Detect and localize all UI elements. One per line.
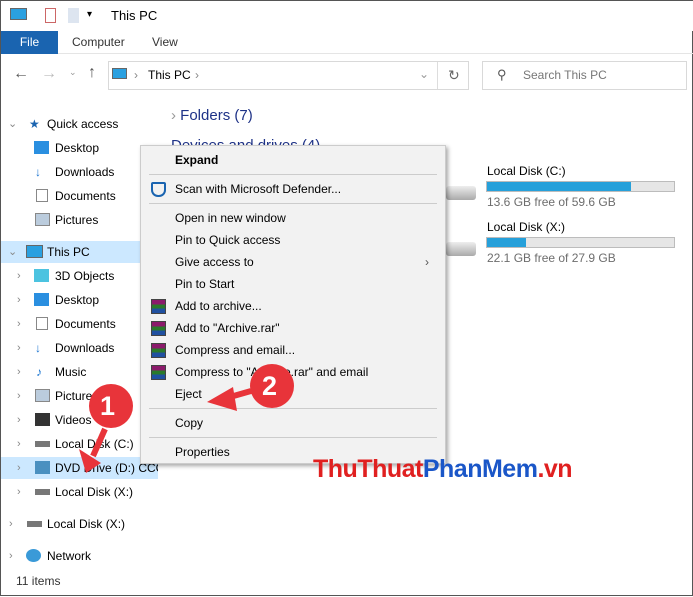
annotation-overlay	[79, 364, 294, 473]
annotation-number-2: 2	[262, 371, 278, 401]
watermark: ThuThuatPhanMem.vn	[313, 455, 573, 483]
annotation-number-1: 1	[100, 391, 116, 421]
status-item-count: 11 items	[16, 574, 61, 588]
annotation-2	[207, 364, 294, 411]
